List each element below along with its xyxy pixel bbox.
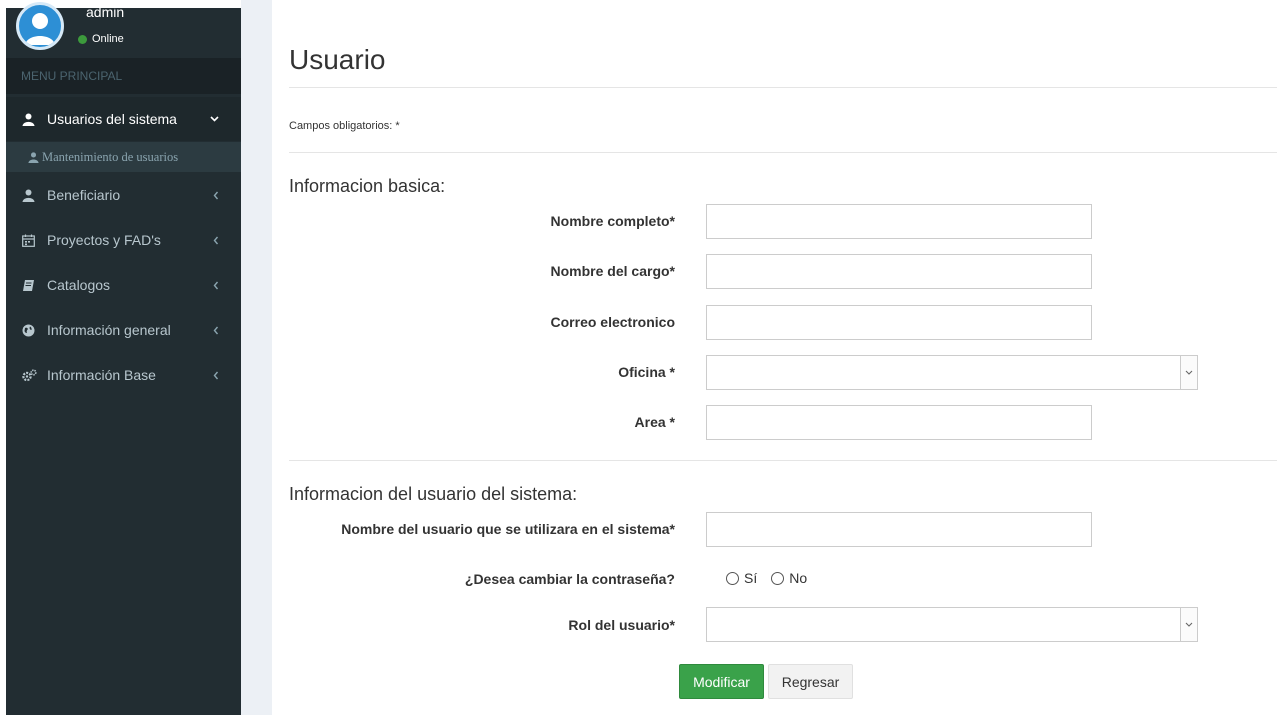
chevron-left-icon [213, 353, 219, 397]
sidebar-item-label: Información general [47, 322, 171, 338]
chevron-down-icon [210, 97, 219, 141]
office-label: Oficina * [618, 364, 675, 380]
position-input[interactable] [706, 254, 1092, 289]
chevron-left-icon [213, 173, 219, 217]
radio-yes[interactable] [726, 571, 739, 585]
sidebar-item-label: Usuarios del sistema [47, 111, 177, 127]
sidebar-item-label: Catalogos [47, 277, 111, 293]
calendar-icon [22, 234, 40, 247]
back-button[interactable]: Regresar [768, 664, 853, 699]
user-icon [28, 151, 39, 163]
submenu-item-mantenimiento[interactable]: Mantenimiento de usuarios [6, 142, 241, 172]
main-content: Usuario Campos obligatorios: * Informaci… [272, 0, 1277, 715]
chevron-down-icon[interactable] [1180, 608, 1197, 641]
email-label: Correo electronico [550, 314, 675, 330]
role-label: Rol del usuario* [568, 617, 675, 633]
user-status: Online [78, 33, 124, 45]
chevron-left-icon [213, 263, 219, 307]
content-gutter [241, 0, 272, 715]
sidebar-item-proyectos[interactable]: Proyectos y FAD's [6, 218, 241, 262]
book-icon [22, 279, 40, 292]
user-avatar-icon [25, 13, 55, 45]
change-password-radio-group: Sí No [726, 570, 821, 586]
section-title-basic: Informacion basica: [289, 176, 446, 196]
area-label: Area * [634, 414, 675, 430]
email-input[interactable] [706, 305, 1092, 340]
status-text: Online [92, 33, 124, 45]
sidebar-item-informacion-general[interactable]: Información general [6, 308, 241, 352]
sidebar-item-catalogos[interactable]: Catalogos [6, 263, 241, 307]
role-select[interactable] [706, 607, 1198, 642]
status-dot-icon [78, 34, 87, 44]
sidebar-item-usuarios[interactable]: Usuarios del sistema [6, 97, 241, 141]
chevron-left-icon [213, 308, 219, 352]
radio-no[interactable] [771, 571, 785, 585]
avatar [16, 2, 64, 50]
sidebar-item-beneficiario[interactable]: Beneficiario [6, 173, 241, 217]
full-name-input[interactable] [706, 204, 1092, 239]
section-title-system: Informacion del usuario del sistema: [289, 484, 578, 504]
modify-button[interactable]: Modificar [679, 664, 764, 699]
globe-icon [22, 324, 40, 337]
page-title: Usuario [289, 44, 386, 75]
office-select[interactable] [706, 355, 1198, 390]
divider [289, 87, 1277, 88]
area-input[interactable] [706, 405, 1092, 440]
sidebar: admin Online MENU PRINCIPAL Usuarios del… [6, 2, 241, 715]
user-name: admin [86, 4, 125, 20]
user-icon [22, 113, 40, 126]
radio-yes-label[interactable]: Sí [744, 570, 757, 586]
divider [289, 460, 1277, 461]
username-label: Nombre del usuario que se utilizara en e… [341, 521, 675, 537]
sidebar-item-label: Beneficiario [47, 187, 121, 203]
change-password-label: ¿Desea cambiar la contraseña? [464, 571, 675, 587]
required-note: Campos obligatorios: * [289, 120, 400, 132]
cogs-icon [22, 368, 40, 382]
position-label: Nombre del cargo* [550, 263, 675, 279]
chevron-left-icon [213, 218, 219, 262]
divider [289, 152, 1277, 153]
user-icon [22, 189, 40, 202]
radio-no-label[interactable]: No [789, 570, 807, 586]
sidebar-item-informacion-base[interactable]: Información Base [6, 353, 241, 397]
submenu-item-label: Mantenimiento de usuarios [42, 149, 179, 164]
full-name-label: Nombre completo* [550, 213, 675, 229]
sidebar-item-label: Información Base [47, 367, 156, 383]
chevron-down-icon[interactable] [1180, 356, 1197, 389]
menu-header: MENU PRINCIPAL [6, 58, 241, 94]
user-panel: admin Online [6, 2, 241, 58]
sidebar-item-label: Proyectos y FAD's [47, 232, 161, 248]
username-input[interactable] [706, 512, 1092, 547]
